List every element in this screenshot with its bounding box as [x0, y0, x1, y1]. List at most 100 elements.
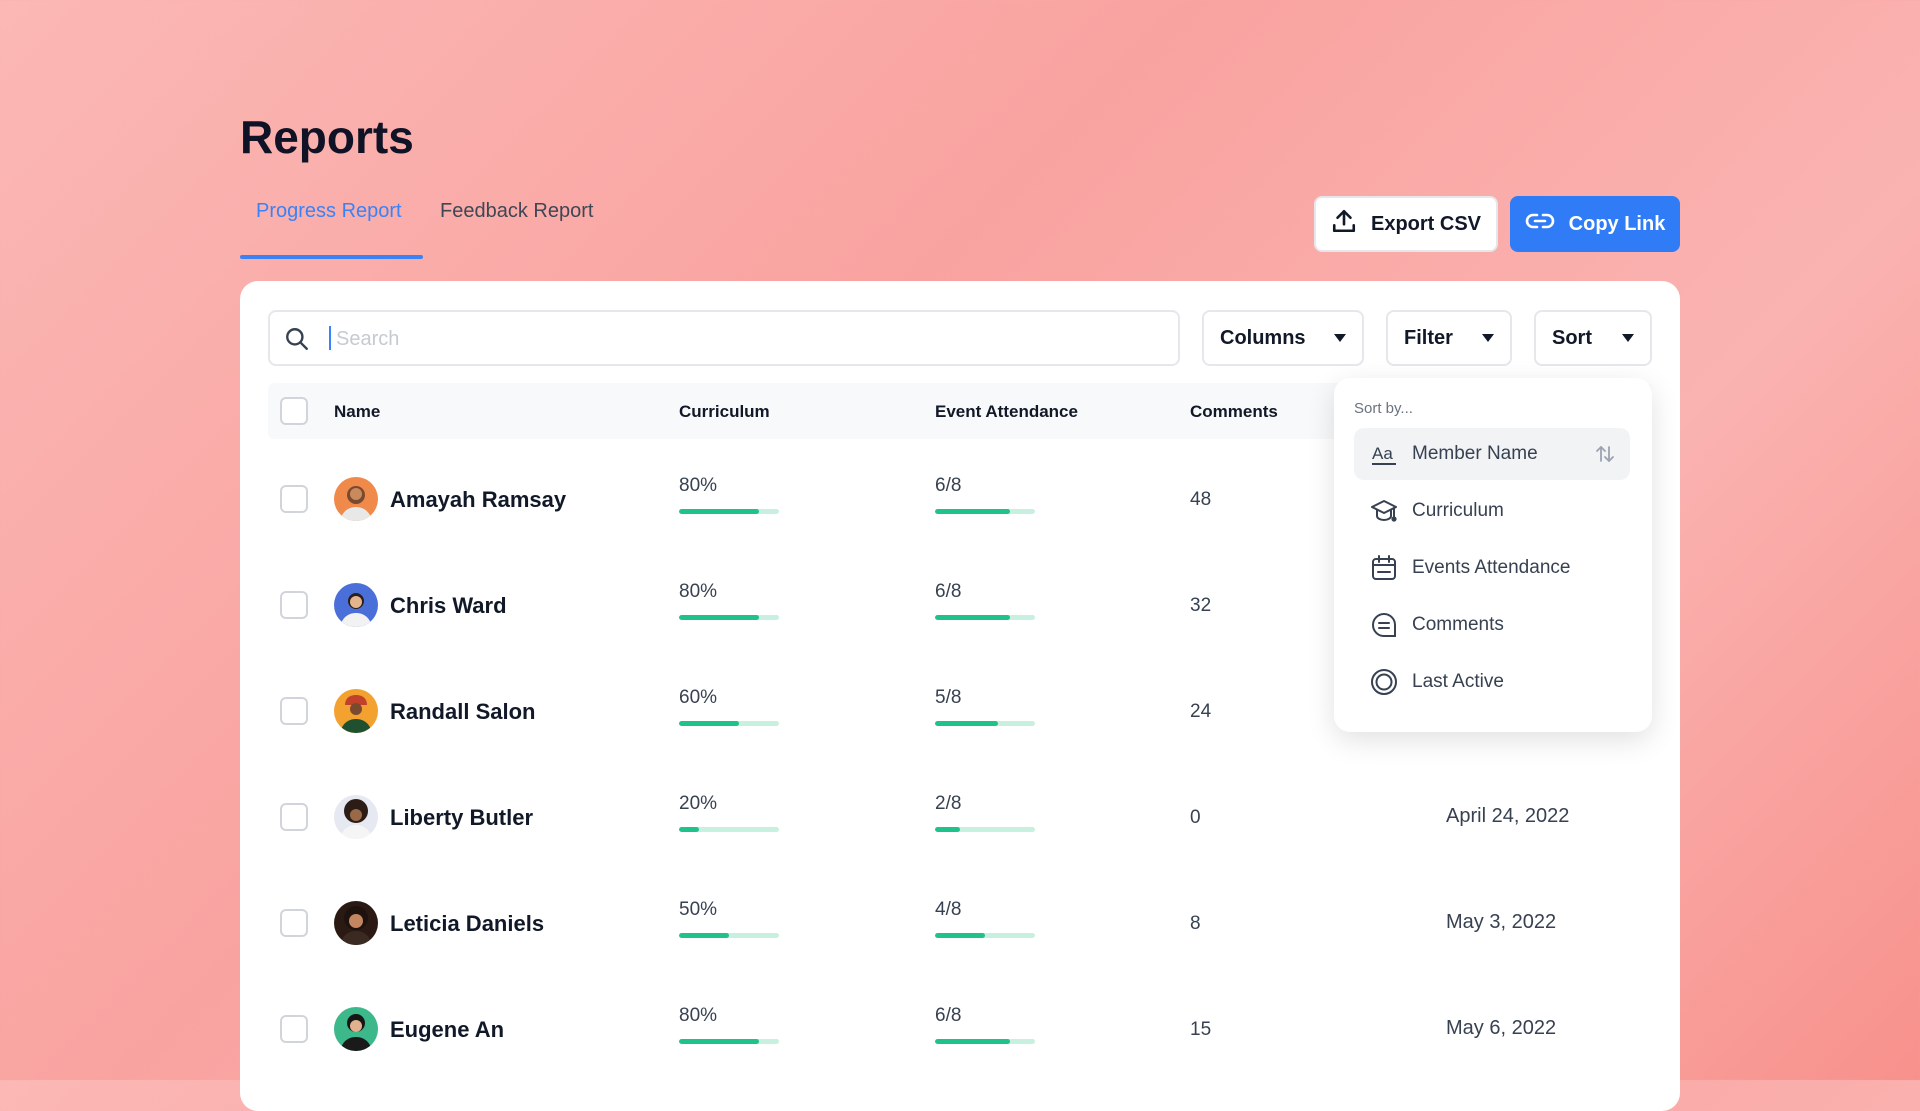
link-icon [1525, 210, 1555, 238]
caret-down-icon [1482, 334, 1494, 342]
search-box[interactable] [268, 310, 1180, 366]
comments-value: 15 [1190, 1019, 1212, 1040]
attendance-progress-bar [935, 933, 1035, 938]
attendance-value: 6/8 [935, 475, 962, 496]
row-checkbox[interactable] [280, 485, 308, 513]
curriculum-value: 80% [679, 1005, 718, 1026]
sort-option-events-attendance[interactable]: Events Attendance [1354, 542, 1630, 594]
tab-progress-report[interactable]: Progress Report [256, 200, 402, 223]
avatar [334, 477, 378, 521]
text-caret [329, 326, 331, 350]
sort-option-label: Last Active [1412, 671, 1504, 692]
sort-option-last-active[interactable]: Last Active [1354, 656, 1630, 708]
attendance-value: 5/8 [935, 687, 962, 708]
comments-value: 48 [1190, 489, 1212, 510]
curriculum-value: 80% [679, 581, 718, 602]
calendar-icon [1370, 554, 1398, 582]
target-icon [1370, 668, 1398, 696]
avatar [334, 1007, 378, 1051]
filter-label: Filter [1404, 326, 1453, 349]
attendance-value: 2/8 [935, 793, 962, 814]
header-event-attendance[interactable]: Event Attendance [935, 402, 1078, 422]
export-csv-label: Export CSV [1370, 212, 1482, 235]
sort-dropdown[interactable]: Sort [1534, 310, 1652, 366]
sort-label: Sort [1552, 326, 1592, 349]
sort-option-label: Comments [1412, 614, 1504, 635]
member-name: Randall Salon [390, 699, 536, 724]
curriculum-value: 20% [679, 793, 718, 814]
attendance-progress-bar [935, 827, 1035, 832]
last-active-value: April 24, 2022 [1446, 805, 1570, 827]
tab-feedback-report[interactable]: Feedback Report [440, 200, 593, 223]
member-name: Liberty Butler [390, 805, 534, 830]
curriculum-value: 80% [679, 475, 718, 496]
curriculum-value: 50% [679, 899, 718, 920]
attendance-progress-bar [935, 1039, 1035, 1044]
sort-option-member-name[interactable]: Aa Member Name [1354, 428, 1630, 480]
curriculum-value: 60% [679, 687, 718, 708]
sort-option-label: Events Attendance [1412, 557, 1571, 578]
curriculum-progress-bar [679, 933, 779, 938]
search-icon [284, 326, 310, 357]
sort-menu: Sort by... Aa Member Name Curriculum Eve… [1334, 378, 1652, 732]
export-csv-button[interactable]: Export CSV [1314, 196, 1498, 252]
avatar [334, 583, 378, 627]
avatar [334, 795, 378, 839]
sort-menu-heading: Sort by... [1354, 400, 1413, 417]
upload-icon [1331, 208, 1357, 240]
filter-dropdown[interactable]: Filter [1386, 310, 1512, 366]
copy-link-button[interactable]: Copy Link [1510, 196, 1680, 252]
caret-down-icon [1622, 334, 1634, 342]
page-title: Reports [240, 111, 414, 163]
search-input[interactable] [334, 322, 1158, 356]
comment-icon [1370, 611, 1398, 639]
copy-link-label: Copy Link [1568, 212, 1666, 235]
row-checkbox[interactable] [280, 697, 308, 725]
curriculum-progress-bar [679, 721, 779, 726]
comments-value: 24 [1190, 701, 1212, 722]
sort-option-label: Curriculum [1412, 500, 1504, 521]
select-all-checkbox[interactable] [280, 397, 308, 425]
curriculum-progress-bar [679, 827, 779, 832]
comments-value: 0 [1190, 807, 1201, 828]
member-name: Amayah Ramsay [390, 487, 567, 512]
row-checkbox[interactable] [280, 909, 308, 937]
sort-option-curriculum[interactable]: Curriculum [1354, 485, 1630, 537]
sort-option-label: Member Name [1412, 443, 1538, 464]
member-name: Leticia Daniels [390, 911, 545, 936]
attendance-value: 6/8 [935, 1005, 962, 1026]
svg-text:Aa: Aa [1372, 444, 1393, 463]
member-name: Chris Ward [390, 593, 507, 618]
avatar [334, 689, 378, 733]
header-name[interactable]: Name [334, 402, 380, 422]
attendance-progress-bar [935, 509, 1035, 514]
comments-value: 32 [1190, 595, 1212, 616]
curriculum-progress-bar [679, 509, 779, 514]
header-comments[interactable]: Comments [1190, 402, 1278, 422]
table-row[interactable]: Eugene An 80% 6/8 15 May 6, 2022 [240, 977, 1680, 1082]
last-active-value: May 6, 2022 [1446, 1017, 1557, 1039]
table-row[interactable]: Liberty Butler 20% 2/8 0 April 24, 2022 [240, 765, 1680, 870]
columns-label: Columns [1220, 326, 1306, 349]
header-curriculum[interactable]: Curriculum [679, 402, 770, 422]
attendance-value: 6/8 [935, 581, 962, 602]
text-aa-icon: Aa [1370, 440, 1398, 468]
attendance-progress-bar [935, 615, 1035, 620]
avatar [334, 901, 378, 945]
sort-option-comments[interactable]: Comments [1354, 599, 1630, 651]
row-checkbox[interactable] [280, 1015, 308, 1043]
row-checkbox[interactable] [280, 591, 308, 619]
columns-dropdown[interactable]: Columns [1202, 310, 1364, 366]
row-checkbox[interactable] [280, 803, 308, 831]
graduation-cap-icon [1370, 497, 1398, 525]
comments-value: 8 [1190, 913, 1201, 934]
member-name: Eugene An [390, 1017, 505, 1042]
active-tab-indicator [240, 255, 423, 259]
curriculum-progress-bar [679, 1039, 779, 1044]
curriculum-progress-bar [679, 615, 779, 620]
attendance-value: 4/8 [935, 899, 962, 920]
sort-direction-icon[interactable] [1594, 443, 1616, 470]
attendance-progress-bar [935, 721, 1035, 726]
last-active-value: May 3, 2022 [1446, 911, 1557, 933]
table-row[interactable]: Leticia Daniels 50% 4/8 8 May 3, 2022 [240, 871, 1680, 976]
